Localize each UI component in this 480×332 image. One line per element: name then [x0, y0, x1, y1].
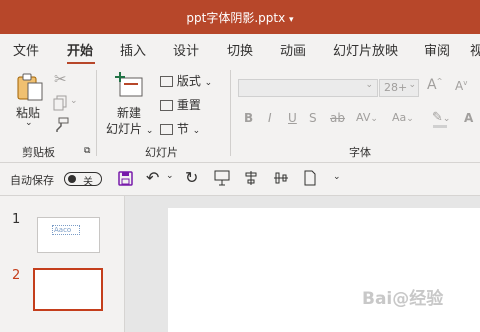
undo-icon[interactable]: ↶ [146, 168, 159, 187]
layout-icon [160, 76, 173, 87]
new-slide-label-line1[interactable]: 新建 [117, 104, 141, 121]
highlight-icon[interactable]: ✎⌄ [432, 110, 450, 125]
section-icon [160, 124, 173, 135]
slide-thumbnail-1[interactable]: Aaco [37, 217, 100, 253]
watermark: Bai@经验 [362, 289, 444, 309]
quick-access-toolbar: 自动保存 关 ↶ ⌄ ↻ ⌄ [0, 163, 480, 196]
slide-number: 1 [12, 212, 21, 227]
save-icon[interactable] [118, 171, 133, 186]
highlight-color-bar [433, 125, 447, 128]
copy-dropdown-icon[interactable]: ⌄ [70, 96, 78, 106]
change-case-button[interactable]: Aa⌄ [392, 111, 414, 124]
tab-animations[interactable]: 动画 [280, 40, 306, 59]
format-painter-icon[interactable] [53, 117, 69, 133]
new-slide-dropdown-icon[interactable]: ⌄ [146, 126, 154, 136]
slide-thumbnail-2[interactable] [33, 268, 103, 311]
font-group-label: 字体 [349, 146, 371, 159]
toggle-knob [68, 175, 76, 183]
char-spacing-button[interactable]: AV⌄ [356, 111, 378, 124]
title-dropdown-icon[interactable]: ▾ [289, 15, 294, 25]
new-document-icon[interactable] [303, 170, 317, 186]
align-middle-icon[interactable] [273, 170, 289, 186]
shrink-font-icon[interactable]: Av [455, 79, 467, 93]
section-dropdown-icon: ⌄ [192, 126, 201, 136]
cut-icon[interactable]: ✂ [54, 70, 67, 88]
group-separator [230, 70, 231, 156]
clipboard-group-label: 剪贴板 [22, 146, 55, 159]
paste-icon[interactable] [16, 72, 46, 102]
layout-button[interactable]: 版式 ⌄ [160, 72, 212, 89]
title-bar: ppt字体阴影.pptx ▾ [0, 0, 480, 34]
underline-button[interactable]: U [288, 111, 297, 125]
tab-design[interactable]: 设计 [173, 40, 199, 59]
tab-view[interactable]: 视 [470, 40, 480, 59]
slides-group-label: 幻灯片 [145, 146, 178, 159]
new-slide-label-line2: 幻灯片 [106, 122, 143, 136]
autosave-toggle[interactable]: 关 [64, 172, 102, 188]
reset-button[interactable]: 重置 [160, 96, 201, 113]
slide-number: 2 [12, 268, 21, 283]
group-separator [96, 70, 97, 156]
ribbon-tabs: 文件 开始 插入 设计 切换 动画 幻灯片放映 审阅 视 [0, 34, 480, 64]
shadow-text-button[interactable]: S [309, 111, 317, 125]
tab-file[interactable]: 文件 [13, 40, 39, 59]
redo-icon[interactable]: ↻ [185, 168, 198, 187]
tab-transitions[interactable]: 切换 [227, 40, 253, 59]
strikethrough-button[interactable]: ab [330, 111, 345, 125]
font-name-combo[interactable]: ⌄ [238, 79, 378, 97]
autosave-label: 自动保存 [10, 174, 54, 187]
present-icon[interactable] [214, 170, 230, 186]
tab-insert[interactable]: 插入 [120, 40, 146, 59]
thumbnail-text: Aaco [52, 225, 81, 235]
copy-icon[interactable] [53, 95, 69, 111]
align-center-icon[interactable] [243, 170, 259, 186]
customize-toolbar-icon[interactable]: ⌄ [333, 172, 341, 182]
layout-dropdown-icon: ⌄ [204, 78, 213, 88]
tab-slideshow[interactable]: 幻灯片放映 [333, 40, 398, 59]
autosave-state: 关 [83, 177, 93, 188]
new-slide-icon[interactable] [114, 72, 144, 98]
reset-icon [160, 100, 173, 111]
italic-button[interactable]: I [268, 111, 272, 125]
font-size-combo[interactable]: 28+ ⌄ [379, 79, 419, 97]
paste-dropdown-icon[interactable]: ⌄ [25, 118, 33, 128]
font-name-dropdown-icon[interactable]: ⌄ [365, 80, 373, 90]
clipboard-launcher-icon[interactable]: ⧉ [84, 146, 90, 156]
font-size-dropdown-icon[interactable]: ⌄ [408, 80, 416, 90]
tab-home[interactable]: 开始 [67, 40, 93, 59]
new-slide-button[interactable]: 幻灯片 ⌄ [106, 120, 153, 137]
tab-review[interactable]: 审阅 [424, 40, 450, 59]
slide-canvas-area [125, 196, 480, 332]
section-button[interactable]: 节 ⌄ [160, 120, 200, 137]
document-title[interactable]: ppt字体阴影.pptx ▾ [0, 9, 480, 26]
current-slide[interactable] [168, 208, 480, 332]
undo-dropdown-icon[interactable]: ⌄ [166, 171, 174, 181]
grow-font-icon[interactable]: A^ [427, 77, 442, 93]
bold-button[interactable]: B [244, 111, 253, 125]
font-color-icon[interactable]: A [464, 111, 473, 125]
